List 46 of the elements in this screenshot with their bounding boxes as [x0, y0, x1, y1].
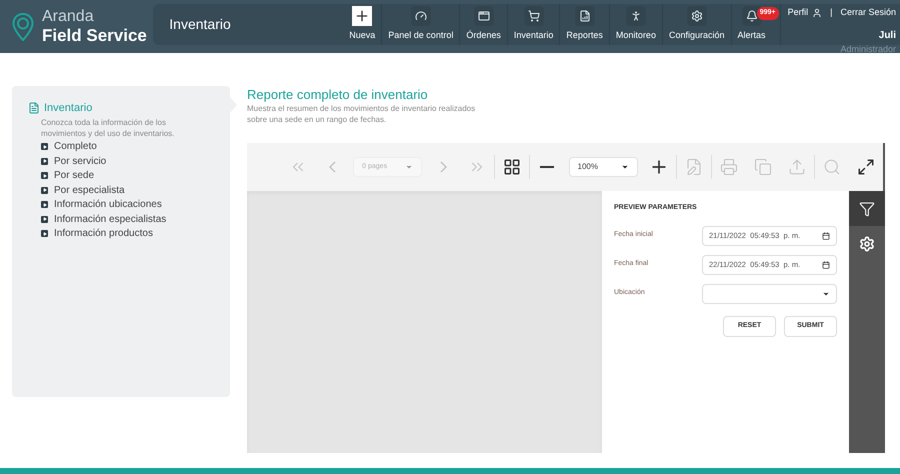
sidebar-link[interactable]: Por sede — [41, 168, 230, 183]
sidebar-description: Conozca toda la información de los movimientos y del uso de inventarios. — [41, 116, 176, 138]
sidebar-title: Inventario — [44, 101, 92, 116]
plus-icon — [352, 6, 372, 26]
user-role: Administrador — [840, 42, 896, 56]
nav-item[interactable]: Reportes — [560, 4, 610, 45]
play-icon — [41, 186, 48, 194]
link-separator: | — [830, 6, 832, 19]
user-icon — [812, 8, 822, 18]
calendar-icon — [822, 232, 830, 240]
report-title: Reporte completo de inventario — [247, 88, 429, 101]
dropdown-caret-icon — [620, 163, 629, 171]
section-title: Inventario — [168, 15, 232, 34]
play-icon — [41, 201, 48, 208]
filter-tab[interactable] — [849, 191, 885, 226]
nav-item[interactable]: Inventario — [508, 4, 560, 45]
sidebar-link[interactable]: Por especialista — [41, 183, 230, 198]
nav-item[interactable]: Panel de control — [382, 4, 460, 45]
gear-icon — [859, 236, 875, 252]
nav-item[interactable]: Órdenes — [460, 4, 508, 45]
location-select[interactable] — [702, 284, 837, 304]
sidebar-link[interactable]: Información especialistas — [41, 212, 230, 226]
play-icon — [41, 172, 48, 180]
user-name: Juli — [878, 28, 896, 42]
nav-item[interactable]: Configuración — [662, 4, 732, 45]
play-icon — [41, 230, 48, 238]
play-icon — [41, 216, 48, 223]
play-icon — [41, 143, 48, 150]
report-description: Muestra el resumen de los movimientos de inventario realizados sobre una sede en un rango de fechas. — [247, 103, 476, 125]
play-icon — [41, 158, 48, 165]
location-pin-icon — [12, 12, 34, 40]
zoom-select[interactable]: 100% — [568, 157, 638, 177]
filter-icon — [859, 200, 875, 216]
logo-text: Aranda — [42, 9, 95, 25]
logout-link[interactable]: Cerrar Sesión — [840, 6, 896, 20]
sidebar-link[interactable]: Información productos — [41, 226, 230, 241]
sidebar-link[interactable]: Por servicio — [41, 154, 230, 168]
nav-item[interactable]: Nueva — [343, 4, 382, 45]
profile-link[interactable]: Perfil — [788, 6, 808, 20]
nav-item[interactable]: Monitoreo — [610, 4, 663, 45]
dropdown-caret-icon — [405, 163, 414, 171]
sidebar-link[interactable]: Información ubicaciones — [41, 198, 230, 212]
logo-text: Field Service — [42, 27, 147, 44]
document-icon — [28, 102, 40, 114]
calendar-icon — [822, 260, 830, 268]
sidebar-link[interactable]: Completo — [41, 140, 230, 154]
